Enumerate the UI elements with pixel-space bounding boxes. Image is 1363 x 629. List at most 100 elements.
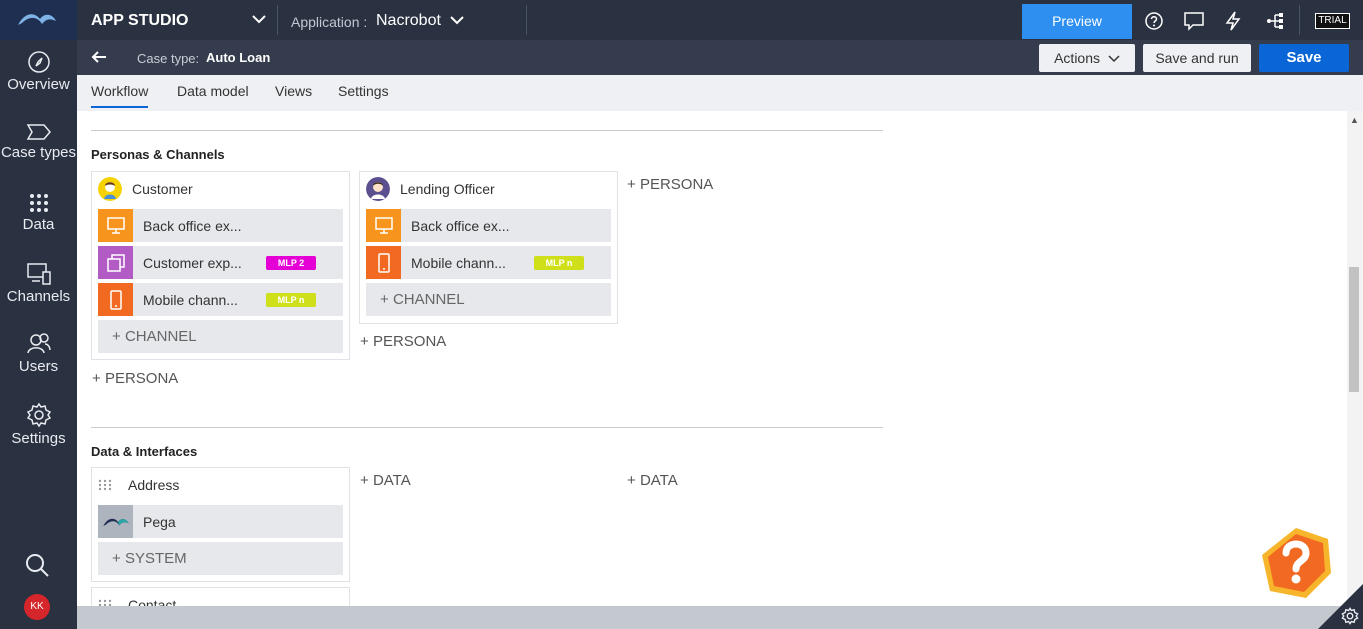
chat-icon[interactable]: [1183, 11, 1205, 31]
help-fab-icon[interactable]: [1258, 525, 1334, 601]
data-object-name: Address: [128, 477, 180, 493]
chevron-down-icon: [1108, 55, 1120, 63]
add-data-label: DATA: [372, 472, 411, 489]
layers-icon: [107, 254, 125, 272]
mlp-badge: MLP n: [534, 256, 584, 270]
vertical-scrollbar[interactable]: ▲: [1347, 111, 1363, 606]
add-persona-label: PERSONA: [639, 176, 714, 193]
divider: [1299, 5, 1300, 35]
preview-button[interactable]: Preview: [1022, 4, 1132, 39]
tab-workflow[interactable]: Workflow: [91, 83, 149, 108]
lending-officer-avatar-icon: [366, 177, 390, 201]
sidebar-item-data[interactable]: Data: [0, 192, 77, 233]
channel-row[interactable]: Customer exp... MLP 2: [98, 246, 343, 279]
system-label: Pega: [143, 514, 176, 530]
add-data-button[interactable]: + DATA: [627, 472, 678, 489]
case-tag-icon: [26, 124, 51, 140]
sidebar: Overview Case types Data Channels Users …: [0, 0, 77, 629]
top-bar: APP STUDIO Application : Nacrobot Previe…: [77, 0, 1363, 40]
help-circle-icon[interactable]: [1144, 11, 1164, 31]
add-persona-label: PERSONA: [104, 370, 179, 387]
sidebar-item-settings[interactable]: Settings: [0, 402, 77, 447]
scroll-up-arrow-icon[interactable]: ▲: [1350, 115, 1359, 125]
drag-handle-icon[interactable]: [98, 598, 112, 606]
persona-name: Lending Officer: [400, 181, 495, 197]
mlp-badge: MLP n: [266, 293, 316, 307]
sidebar-item-label: Case types: [0, 144, 77, 161]
sidebar-item-label: Channels: [6, 288, 71, 305]
add-data-label: DATA: [639, 472, 678, 489]
channel-icon-box: [98, 246, 133, 279]
pega-logo[interactable]: [0, 0, 77, 40]
add-system-label: + SYSTEM: [112, 550, 187, 567]
tab-views[interactable]: Views: [275, 83, 312, 99]
actions-button[interactable]: Actions: [1039, 44, 1135, 72]
save-and-run-button[interactable]: Save and run: [1143, 44, 1251, 72]
monitor-icon: [375, 217, 393, 234]
add-channel-button[interactable]: + CHANNEL: [98, 320, 343, 353]
divider: [91, 130, 883, 131]
add-persona-button[interactable]: + PERSONA: [92, 370, 178, 387]
application-name[interactable]: Nacrobot: [376, 12, 441, 30]
scrollbar-thumb[interactable]: [1349, 267, 1359, 392]
sidebar-item-users[interactable]: Users: [0, 332, 77, 375]
phone-icon: [110, 290, 122, 310]
monitor-icon: [107, 217, 125, 234]
tab-settings[interactable]: Settings: [338, 83, 389, 99]
phone-icon: [378, 253, 390, 273]
compass-icon: [27, 51, 50, 73]
channel-row[interactable]: Mobile chann... MLP n: [98, 283, 343, 316]
app-studio-title[interactable]: APP STUDIO: [91, 12, 189, 30]
save-button[interactable]: Save: [1259, 44, 1349, 72]
channel-icon-box: [366, 246, 401, 279]
devices-icon: [26, 263, 51, 285]
add-data-button[interactable]: + DATA: [360, 472, 411, 489]
data-object-header[interactable]: Contact: [98, 594, 176, 606]
channel-row[interactable]: Back office ex...: [98, 209, 343, 242]
persona-card-lending-officer: Lending Officer Back office ex... Mobile…: [359, 171, 618, 324]
sidebar-item-channels[interactable]: Channels: [0, 262, 77, 305]
channel-label: Customer exp...: [143, 255, 242, 271]
data-card-address: Address Pega + SYSTEM: [91, 467, 350, 582]
case-type-label: Case type:: [137, 51, 200, 66]
back-arrow-icon[interactable]: [91, 50, 107, 64]
channel-icon-box: [366, 209, 401, 242]
chevron-down-icon[interactable]: [251, 14, 267, 24]
persona-header[interactable]: Lending Officer: [366, 177, 495, 201]
sidebar-item-label: Users: [18, 358, 59, 375]
lightning-icon[interactable]: [1225, 11, 1241, 31]
customer-avatar-icon: [98, 177, 122, 201]
sidebar-item-overview[interactable]: Overview: [0, 50, 77, 93]
bottom-bar: [77, 606, 1363, 629]
drag-handle-icon[interactable]: [98, 478, 112, 492]
data-object-header[interactable]: Address: [98, 474, 179, 496]
persona-header[interactable]: Customer: [98, 177, 193, 201]
gear-icon: [1341, 607, 1359, 625]
gear-icon: [26, 402, 51, 428]
chevron-down-icon[interactable]: [449, 15, 465, 25]
case-type-name: Auto Loan: [206, 50, 271, 65]
channel-icon-box: [98, 283, 133, 316]
add-system-button[interactable]: + SYSTEM: [98, 542, 343, 575]
channel-label: Mobile chann...: [411, 255, 506, 271]
tab-data-model[interactable]: Data model: [177, 83, 249, 99]
sidebar-item-case-types[interactable]: Case types: [0, 122, 77, 161]
actions-label: Actions: [1054, 50, 1101, 66]
channel-label: Back office ex...: [411, 218, 510, 234]
channel-label: Back office ex...: [143, 218, 242, 234]
pega-logo-icon: [18, 14, 56, 25]
users-icon: [26, 333, 51, 354]
add-persona-button[interactable]: + PERSONA: [627, 176, 713, 193]
data-object-name: Contact: [128, 597, 177, 606]
search-icon[interactable]: [24, 552, 50, 578]
system-row[interactable]: Pega: [98, 505, 343, 538]
hierarchy-icon[interactable]: [1265, 11, 1285, 31]
add-persona-button[interactable]: + PERSONA: [360, 333, 446, 350]
channel-row[interactable]: Mobile chann... MLP n: [366, 246, 611, 279]
channel-row[interactable]: Back office ex...: [366, 209, 611, 242]
section-title-personas: Personas & Channels: [91, 147, 225, 162]
sidebar-item-label: Settings: [11, 430, 66, 447]
avatar[interactable]: KK: [24, 594, 50, 620]
add-channel-button[interactable]: + CHANNEL: [366, 283, 611, 316]
application-label: Application :: [291, 14, 368, 30]
